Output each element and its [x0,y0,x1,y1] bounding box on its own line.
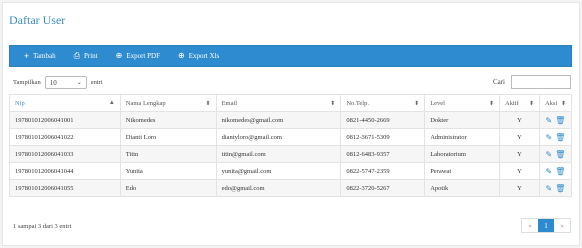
sort-icon: ⬍ [560,100,566,107]
user-table: Nip ▲ Nama Lengkap ⬍ Email ⬍ No.Telp. ⬍ Leve… [9,94,573,197]
cell-level: Perawat [424,162,501,180]
cell-nama: Edo [120,179,217,197]
export-icon: ⊕ [115,51,123,60]
chevron-down-icon: ⌄ [76,80,82,86]
sort-icon: ⬍ [330,100,336,107]
column-header-aksi[interactable]: Aksi ⬍ [539,94,573,112]
cell-level: Dokter [424,111,501,129]
cell-telp: 0812-3671-5309 [340,128,426,146]
cell-email: yunita@gmail.com [216,162,342,180]
cell-email: edo@gmail.com [216,179,342,197]
cell-aksi: ✎ 🗑 [539,128,573,146]
sort-icon: ⬍ [489,100,495,107]
length-suffix: entri [90,79,103,86]
export-icon: ⊕ [177,51,185,60]
add-button-label: Tambah [33,52,56,60]
cell-nama: Dianti Loro [120,128,217,146]
export-xls-label: Export Xls [188,52,220,60]
search-label: Cari [492,78,505,86]
pencil-icon[interactable]: ✎ [546,167,553,176]
column-header-email[interactable]: Email ⬍ [216,94,342,112]
entries-select-value: 10 [49,78,57,87]
length-prefix: Tampilkan [13,79,41,86]
search-input[interactable] [511,75,571,89]
cell-level: Apotik [424,179,501,197]
sort-icon: ⬍ [205,100,211,107]
sort-asc-icon: ▲ [108,99,115,106]
column-header-aktif[interactable]: Aktif ⬍ [499,94,540,112]
plus-icon: + [24,50,30,61]
cell-aksi: ✎ 🗑 [539,145,573,163]
page-title: Daftar User [9,13,66,27]
trash-icon[interactable]: 🗑 [555,150,565,159]
pagination-page[interactable]: 1 [538,219,554,232]
cell-nama: Yunita [120,162,217,180]
trash-icon[interactable]: 🗑 [555,116,565,125]
add-button[interactable]: + Tambah [10,46,65,66]
print-button[interactable]: ⎙ Print [65,46,107,66]
print-button-label: Print [84,52,98,60]
cell-telp: 0822-3720-5267 [340,179,426,197]
toolbar: + Tambah ⎙ Print ⊕ Export PDF ⊕ Export X… [9,45,572,67]
table-row: 197801012006041001 Nikomedes nikomedes@g… [9,111,573,129]
trash-icon[interactable]: 🗑 [555,167,565,176]
cell-aktif: Y [499,179,540,197]
cell-aktif: Y [499,145,540,163]
pencil-icon[interactable]: ✎ [546,133,553,142]
trash-icon[interactable]: 🗑 [555,133,565,142]
printer-icon: ⎙ [73,51,80,60]
trash-icon[interactable]: 🗑 [555,184,565,193]
table-row: 197801012006041055 Edo edo@gmail.com 082… [9,179,573,197]
cell-email: diantyloro@gmail.com [216,128,342,146]
cell-aksi: ✎ 🗑 [539,162,573,180]
cell-nama: Nikomedes [120,111,217,129]
cell-nama: Titin [120,145,217,163]
sort-icon: ⬍ [414,100,420,107]
search-control: Cari [493,75,571,89]
export-pdf-button[interactable]: ⊕ Export PDF [107,46,169,66]
pagination-prev[interactable]: « [522,219,538,232]
export-pdf-label: Export PDF [126,52,160,60]
cell-nip: 197801012006041033 [9,145,121,163]
pencil-icon[interactable]: ✎ [546,150,553,159]
cell-nip: 197801012006041044 [9,162,121,180]
table-row: 197801012006041044 Yunita yunita@gmail.c… [9,162,573,180]
pagination-next[interactable]: » [554,219,570,232]
entries-length-control: Tampilkan 10 ⌄ entri [13,76,103,89]
cell-aktif: Y [499,111,540,129]
table-header-row: Nip ▲ Nama Lengkap ⬍ Email ⬍ No.Telp. ⬍ Leve… [9,94,573,112]
sort-icon: ⬍ [528,100,534,107]
cell-telp: 0821-4450-2669 [340,111,426,129]
column-header-nama[interactable]: Nama Lengkap ⬍ [120,94,217,112]
cell-email: nikomedes@gmail.com [216,111,342,129]
table-info: 1 sampai 3 dari 3 entri [13,223,72,230]
cell-aksi: ✎ 🗑 [539,179,573,197]
cell-email: titin@gmail.com [216,145,342,163]
cell-level: Administrator [424,128,501,146]
cell-aksi: ✎ 🗑 [539,111,573,129]
cell-nip: 197801012006041022 [9,128,121,146]
cell-telp: 0822-5747-2359 [340,162,426,180]
column-header-telp[interactable]: No.Telp. ⬍ [340,94,426,112]
cell-telp: 0812-6483-9357 [340,145,426,163]
page-background: Daftar User + Tambah ⎙ Print ⊕ Export PD… [0,0,582,248]
column-header-nip[interactable]: Nip ▲ [9,94,121,112]
cell-level: Laboratorium [424,145,501,163]
cell-nip: 197801012006041055 [9,179,121,197]
pagination: « 1 » [521,218,571,233]
export-xls-button[interactable]: ⊕ Export Xls [169,46,228,66]
table-row: 197801012006041022 Dianti Loro diantylor… [9,128,573,146]
pencil-icon[interactable]: ✎ [546,184,553,193]
entries-select[interactable]: 10 ⌄ [44,76,87,89]
cell-nip: 197801012006041001 [9,111,121,129]
cell-aktif: Y [499,162,540,180]
pencil-icon[interactable]: ✎ [546,116,553,125]
table-row: 197801012006041033 Titin titin@gmail.com… [9,145,573,163]
cell-aktif: Y [499,128,540,146]
column-header-level[interactable]: Level ⬍ [424,94,501,112]
